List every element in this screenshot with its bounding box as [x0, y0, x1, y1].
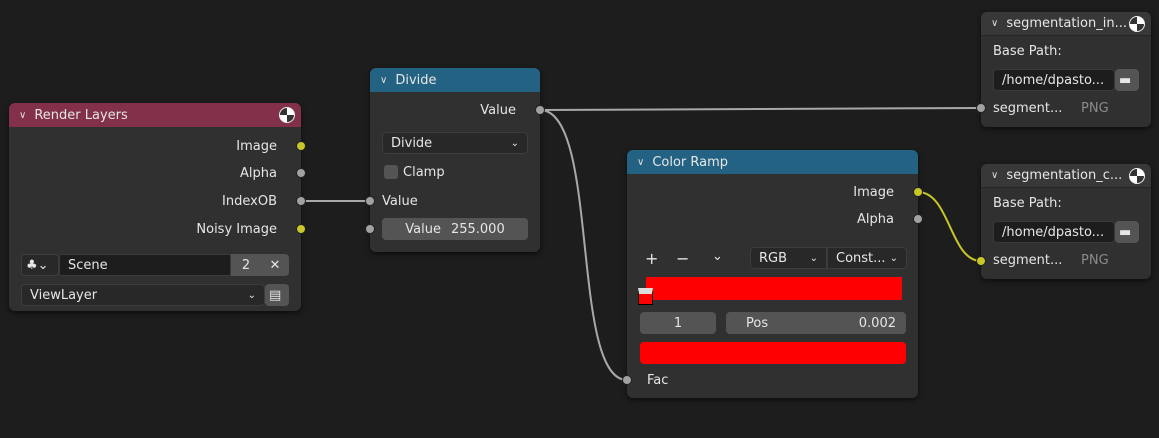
- output-alpha: Alpha: [240, 165, 277, 181]
- value-field[interactable]: Value 255.000: [382, 218, 528, 240]
- node-title: Divide: [395, 72, 437, 88]
- base-path-field[interactable]: /home/dpasto...: [993, 69, 1115, 91]
- output-image: Image: [853, 184, 894, 200]
- output-image: Image: [236, 138, 277, 154]
- close-icon: ✕: [269, 257, 281, 273]
- link-value-segmentation-in: [539, 107, 982, 111]
- folder-icon: ▬: [1119, 224, 1132, 240]
- socket-noisy-image[interactable]: [296, 224, 306, 234]
- browse-folder-button[interactable]: ▬: [1115, 221, 1139, 243]
- operation-select[interactable]: Divide ⌄: [382, 132, 528, 154]
- socket-fac[interactable]: [622, 375, 632, 385]
- socket-alpha[interactable]: [913, 214, 923, 224]
- clamp-label: Clamp: [403, 164, 445, 180]
- node-title: Color Ramp: [652, 154, 729, 170]
- input-label: segment...: [993, 100, 1063, 116]
- node-header[interactable]: ∨ Render Layers: [9, 103, 301, 127]
- render-preview-icon[interactable]: [279, 107, 295, 123]
- file-output-node-1[interactable]: ∨ segmentation_in... Base Path: /home/dp…: [976, 12, 1151, 127]
- node-title: segmentation_c...: [1006, 168, 1123, 183]
- input-label: segment...: [993, 252, 1063, 268]
- view-layer-select[interactable]: ViewLayer ⌄: [21, 284, 265, 306]
- output-indexob: IndexOB: [222, 193, 277, 209]
- collapse-chevron-icon[interactable]: ∨: [991, 18, 998, 29]
- color-stop-handle[interactable]: [638, 288, 653, 305]
- render-layer-icon: ▤: [269, 287, 282, 303]
- divide-node[interactable]: ∨ Divide Value Divide ⌄ Clamp Value Value…: [365, 68, 545, 252]
- link-image-segmentation-c: [917, 191, 982, 262]
- base-path-label: Base Path:: [993, 43, 1062, 59]
- scene-icon: ♣⌄: [26, 257, 49, 273]
- scene-users-count[interactable]: 2: [231, 254, 261, 276]
- input-value-label: Value: [382, 193, 418, 209]
- render-preview-icon[interactable]: [1129, 16, 1145, 32]
- chevron-down-icon: ⌄: [809, 252, 818, 264]
- interpolation-select[interactable]: Const... ⌄: [827, 247, 907, 269]
- socket-segment-input[interactable]: [976, 103, 986, 113]
- collapse-chevron-icon[interactable]: ∨: [637, 157, 644, 168]
- render-layers-node[interactable]: ∨ Render Layers Image Alpha IndexOB Nois…: [9, 103, 306, 311]
- node-title: Render Layers: [34, 107, 128, 123]
- node-title: segmentation_in...: [1006, 16, 1127, 31]
- browse-folder-button[interactable]: ▬: [1115, 69, 1139, 91]
- chevron-down-icon: ⌄: [247, 289, 256, 301]
- scene-name-field[interactable]: Scene: [59, 254, 231, 276]
- add-stop-button[interactable]: +: [645, 248, 658, 268]
- position-field[interactable]: Pos 0.002: [726, 312, 906, 334]
- socket-value-in-2[interactable]: [365, 224, 375, 234]
- clamp-checkbox[interactable]: [384, 165, 398, 179]
- input-fac-label: Fac: [647, 372, 669, 388]
- stop-index-field[interactable]: 1: [640, 312, 716, 334]
- color-ramp-node[interactable]: ∨ Color Ramp Image Alpha + − ⌄ RGB ⌄ Cons…: [622, 150, 923, 398]
- render-preview-icon[interactable]: [1129, 168, 1145, 184]
- node-header[interactable]: ∨ segmentation_in...: [981, 12, 1151, 36]
- collapse-chevron-icon[interactable]: ∨: [19, 110, 26, 121]
- output-value: Value: [480, 102, 516, 118]
- socket-value-out[interactable]: [535, 105, 545, 115]
- socket-segment-input[interactable]: [976, 256, 986, 266]
- node-header[interactable]: ∨ Color Ramp: [627, 150, 918, 174]
- ramp-menu-button[interactable]: ⌄: [712, 246, 723, 266]
- link-value-fac: [539, 109, 628, 381]
- folder-icon: ▬: [1119, 72, 1132, 88]
- scene-browse-button[interactable]: ♣⌄: [21, 254, 59, 276]
- chevron-down-icon: ⌄: [889, 252, 898, 264]
- socket-image[interactable]: [296, 141, 306, 151]
- stop-color-swatch[interactable]: [640, 342, 906, 364]
- color-mode-select[interactable]: RGB ⌄: [750, 247, 827, 269]
- format-label: PNG: [1081, 252, 1109, 268]
- output-alpha: Alpha: [857, 211, 894, 227]
- node-header[interactable]: ∨ Divide: [370, 68, 540, 92]
- chevron-down-icon: ⌄: [510, 137, 519, 149]
- format-label: PNG: [1081, 100, 1109, 116]
- remove-stop-button[interactable]: −: [676, 248, 689, 268]
- collapse-chevron-icon[interactable]: ∨: [380, 75, 387, 86]
- socket-alpha[interactable]: [296, 168, 306, 178]
- base-path-field[interactable]: /home/dpasto...: [993, 221, 1115, 243]
- output-noisy-image: Noisy Image: [196, 221, 277, 237]
- socket-indexob[interactable]: [296, 196, 306, 206]
- base-path-label: Base Path:: [993, 195, 1062, 211]
- socket-value-in-1[interactable]: [365, 196, 375, 206]
- render-layer-button[interactable]: ▤: [265, 284, 289, 306]
- node-header[interactable]: ∨ segmentation_c...: [981, 164, 1151, 188]
- file-output-node-2[interactable]: ∨ segmentation_c... Base Path: /home/dpa…: [976, 164, 1151, 279]
- socket-image[interactable]: [913, 187, 923, 197]
- unlink-scene-button[interactable]: ✕: [261, 254, 289, 276]
- color-ramp-gradient[interactable]: [646, 277, 902, 300]
- collapse-chevron-icon[interactable]: ∨: [991, 170, 998, 181]
